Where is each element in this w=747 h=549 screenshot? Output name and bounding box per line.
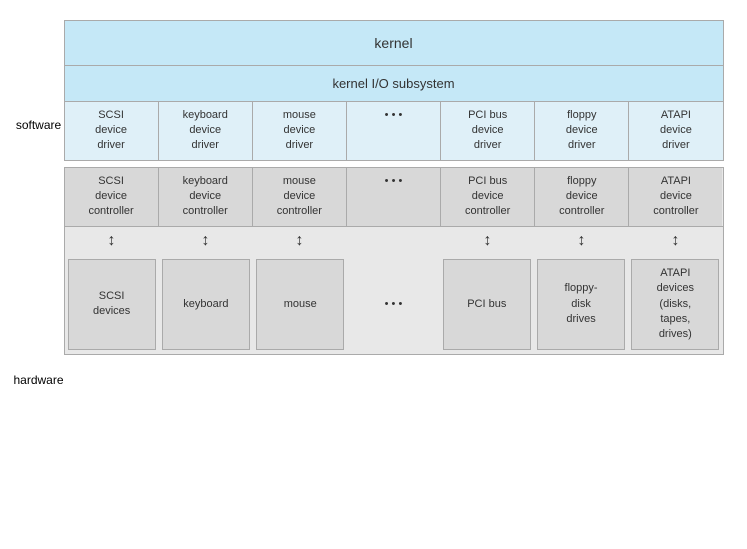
ellipsis-driver: • • •: [347, 102, 441, 160]
atapi-device: ATAPIdevices(disks,tapes,drives): [631, 259, 719, 350]
floppy-driver: floppydevicedriver: [535, 102, 629, 160]
software-text: software: [16, 118, 61, 132]
floppy-controller: floppydevicecontroller: [535, 168, 629, 226]
diagram: software hardware kernel kernel I/O subs…: [14, 10, 734, 540]
mouse-device: mouse: [256, 259, 344, 350]
arrow-scsi: ↕: [65, 227, 159, 255]
side-labels: software hardware: [14, 10, 64, 540]
arrow-atapi: ↕: [629, 227, 723, 255]
scsi-driver: SCSIdevicedriver: [65, 102, 159, 160]
scsi-controller: SCSIdevicecontroller: [65, 168, 159, 226]
controllers-row: SCSIdevicecontroller keyboarddevicecontr…: [65, 168, 723, 227]
arrow-pci: ↕: [441, 227, 535, 255]
software-label: software: [14, 25, 64, 225]
arrow-ellipsis: [347, 227, 441, 255]
arrow-mouse: ↕: [253, 227, 347, 255]
hardware-label: hardware: [14, 235, 64, 525]
kernel-label: kernel: [374, 35, 412, 51]
kernel-io-row: kernel I/O subsystem: [65, 66, 723, 102]
keyboard-controller: keyboarddevicecontroller: [159, 168, 253, 226]
pci-controller: PCI busdevicecontroller: [441, 168, 535, 226]
pci-driver: PCI busdevicedriver: [441, 102, 535, 160]
atapi-driver: ATAPIdevicedriver: [629, 102, 722, 160]
hardware-text: hardware: [13, 373, 63, 387]
software-section: kernel kernel I/O subsystem SCSIdevicedr…: [64, 20, 724, 161]
devices-row: SCSIdevices keyboard mouse • • • PCI bus…: [65, 255, 723, 354]
mouse-driver: mousedevicedriver: [253, 102, 347, 160]
scsi-devices: SCSIdevices: [68, 259, 156, 350]
drivers-row: SCSIdevicedriver keyboarddevicedriver mo…: [65, 102, 723, 160]
arrow-keyboard: ↕: [159, 227, 253, 255]
main-content: kernel kernel I/O subsystem SCSIdevicedr…: [64, 10, 734, 540]
arrows-row: ↕ ↕ ↕ ↕ ↕ ↕: [65, 227, 723, 255]
keyboard-device: keyboard: [162, 259, 250, 350]
hardware-section: SCSIdevicecontroller keyboarddevicecontr…: [64, 167, 724, 355]
floppy-device: floppy-diskdrives: [537, 259, 625, 350]
pci-device: PCI bus: [443, 259, 531, 350]
kernel-row: kernel: [65, 21, 723, 66]
kernel-io-label: kernel I/O subsystem: [332, 76, 454, 91]
ellipsis-devices: • • •: [350, 259, 436, 350]
mouse-controller: mousedevicecontroller: [253, 168, 347, 226]
ellipsis-controller: • • •: [347, 168, 441, 226]
atapi-controller: ATAPIdevicecontroller: [629, 168, 722, 226]
arrow-floppy: ↕: [535, 227, 629, 255]
keyboard-driver: keyboarddevicedriver: [159, 102, 253, 160]
